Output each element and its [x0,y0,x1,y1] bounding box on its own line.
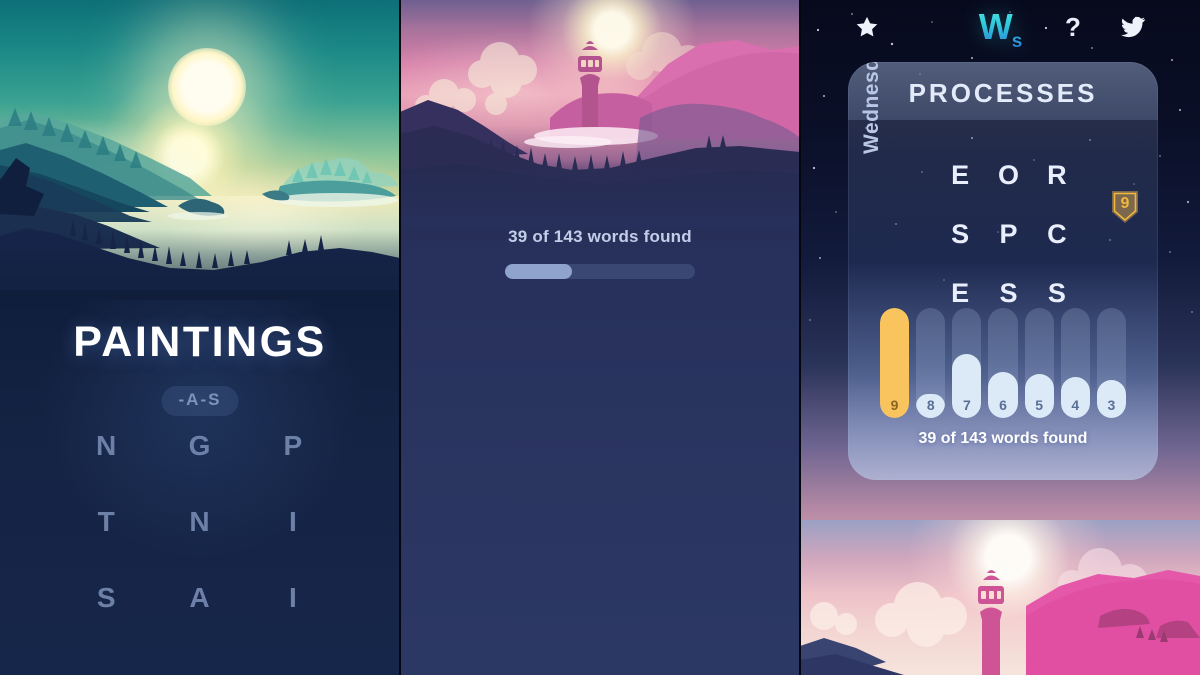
help-button[interactable]: ? [1056,10,1090,44]
chart-bar-label: 3 [1107,397,1116,413]
letter-tile[interactable]: E [936,160,984,191]
letter-tile[interactable]: I [247,506,340,538]
chart-bar[interactable]: 3 [1096,308,1126,418]
panel-daily-puzzle: Ws ? PROCESSES Wednesday E O R S P C E S… [800,0,1200,675]
chart-bar[interactable]: 4 [1060,308,1090,418]
words-found-status: 39 of 143 words found [508,227,692,246]
top-toolbar: Ws ? [800,0,1200,52]
letter-tile[interactable]: E [936,278,984,309]
chart-bar[interactable]: 5 [1024,308,1054,418]
day-name: Wednesday [860,62,883,154]
rank-badge[interactable]: 9 [1110,189,1140,225]
panel-divider [399,0,401,675]
word-length-chart: 9 8 7 6 5 4 3 [880,308,1126,418]
chart-bar[interactable]: 9 [880,308,910,418]
letter-tile[interactable]: P [984,219,1032,250]
daily-puzzle-card: PROCESSES Wednesday 17 February E O R [848,62,1158,480]
puzzle-date: Wednesday 17 February [854,62,884,154]
app-logo[interactable]: Ws [972,6,1028,48]
chart-bar[interactable]: 6 [988,308,1018,418]
letter-tile[interactable]: A [153,582,246,614]
letter-tile[interactable]: N [60,430,153,462]
chart-bar-label: 4 [1071,397,1080,413]
panel-divider [799,0,801,675]
twitter-icon[interactable] [1116,10,1150,44]
letter-tile[interactable]: R [1033,160,1081,191]
star-icon[interactable] [850,10,884,44]
chart-bar-label: 7 [962,397,971,413]
logo-letter: W [978,6,1012,47]
letter-tile[interactable]: S [936,219,984,250]
screenshot-stage: PAINTINGS -A-S N G P T N I S A I 39 of 1… [0,0,1200,675]
letter-tile[interactable]: S [60,582,153,614]
letter-tile[interactable]: S [1033,278,1081,309]
letter-tile[interactable]: C [1033,219,1081,250]
chart-bar[interactable]: 7 [952,308,982,418]
overall-progress-track [505,264,695,279]
letter-tile[interactable]: S [984,278,1032,309]
panel-paintings: PAINTINGS -A-S N G P T N I S A I [0,0,400,675]
logo-sub: s [1011,31,1022,53]
card-title: PROCESSES [908,78,1098,108]
chart-bar-label: 8 [926,397,935,413]
letter-grid-left: N G P T N I S A I [60,430,340,614]
letter-tile[interactable]: I [247,582,340,614]
chart-bar[interactable]: 8 [916,308,946,418]
letter-tile[interactable]: N [153,506,246,538]
chart-bar-label: 6 [999,397,1007,413]
badge-number: 9 [1120,195,1130,212]
bottom-lighthouse-illustration [800,548,1200,675]
letter-tile[interactable]: O [984,160,1032,191]
chart-status: 39 of 143 words found [918,430,1088,447]
panel-word-list: 39 of 143 words found 9 Letters 1 of 1 P… [400,0,800,675]
bottom-scene [800,520,1200,675]
letter-tile[interactable]: T [60,506,153,538]
overall-progress-fill [505,264,572,279]
page-title: PAINTINGS [73,318,327,366]
letter-tile[interactable]: G [153,430,246,462]
chart-bar-label: 5 [1035,397,1044,413]
letter-grid-right: E O R S P C E S S [936,160,1081,309]
chart-bar-label: 9 [890,397,899,413]
pattern-badge: -A-S [161,386,239,416]
letter-tile[interactable]: P [247,430,340,462]
